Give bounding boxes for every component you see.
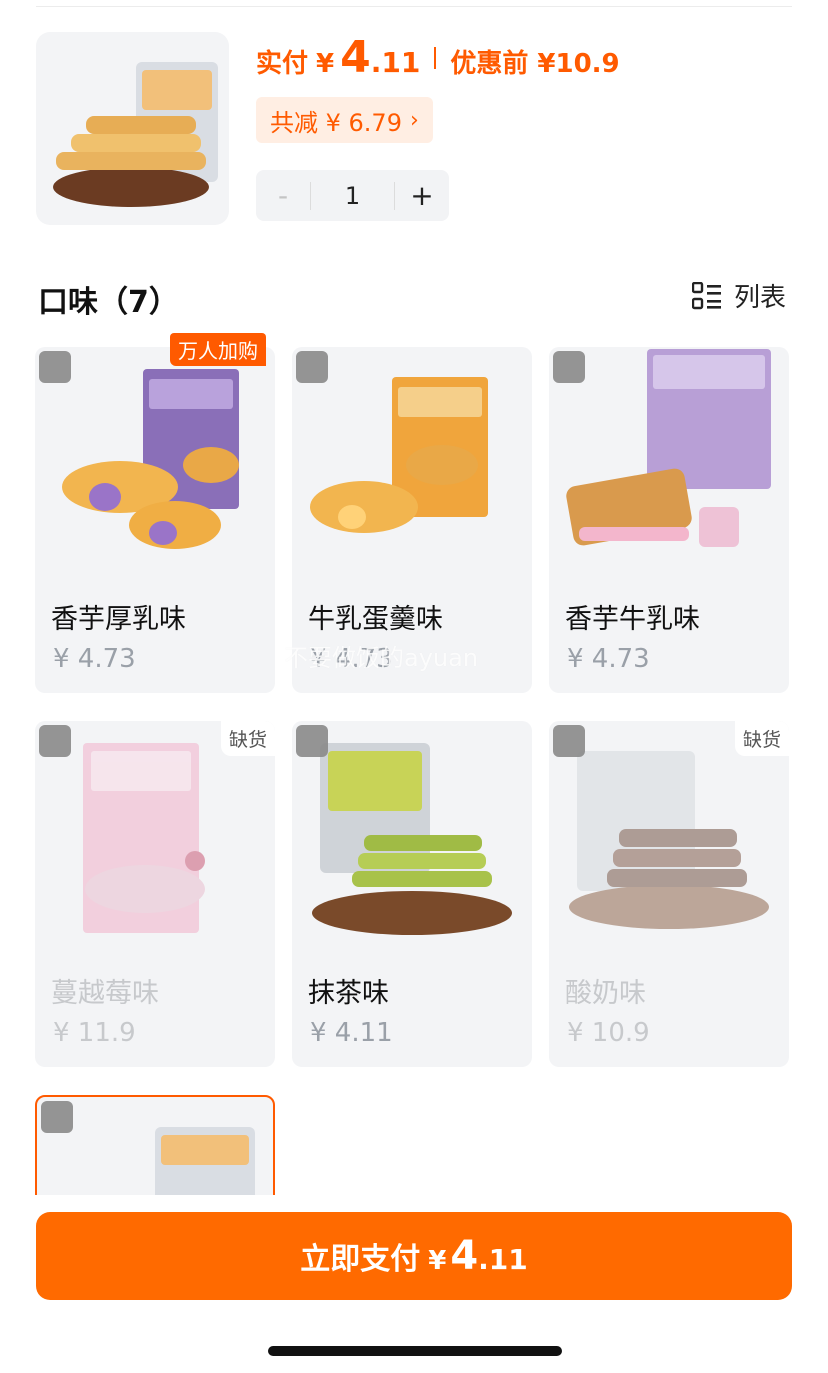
flavor-name: 香芋厚乳味: [51, 604, 186, 635]
increase-button[interactable]: +: [395, 179, 449, 212]
price-summary: 实付 ¥ 4 .11 优惠前 ¥10.9: [256, 36, 620, 80]
expand-icon[interactable]: [553, 725, 585, 757]
flavor-card[interactable]: 抹茶味 ¥ 4.11: [292, 721, 532, 1067]
flavor-name: 牛乳蛋羹味: [308, 604, 443, 635]
out-of-stock-badge: 缺货: [220, 721, 275, 756]
flavor-card[interactable]: 香芋牛乳味 ¥ 4.73: [549, 347, 789, 693]
flavor-price: ¥ 4.73: [567, 644, 650, 674]
expand-icon[interactable]: [553, 351, 585, 383]
chevron-right-icon: ›: [409, 107, 419, 133]
paid-currency: ¥: [316, 49, 335, 79]
paid-amount-int: 4: [340, 32, 371, 83]
expand-icon[interactable]: [296, 725, 328, 757]
paid-amount-dec: .11: [370, 46, 421, 79]
product-image: [312, 743, 512, 935]
original-price: 优惠前 ¥10.9: [450, 49, 620, 79]
price-separator: [434, 47, 437, 69]
pay-label: 立即支付: [300, 1242, 421, 1277]
out-of-stock-badge: 缺货: [734, 721, 789, 756]
flavor-card-selected[interactable]: [35, 1095, 275, 1205]
checkout-bar: 立即支付 ¥ 4 .11: [0, 1195, 828, 1373]
popular-badge: 万人加购: [170, 333, 266, 366]
home-indicator: [268, 1346, 562, 1356]
flavor-name: 抹茶味: [308, 978, 389, 1009]
product-image: [566, 349, 771, 547]
product-image: [62, 369, 239, 549]
pay-now-button[interactable]: 立即支付 ¥ 4 .11: [36, 1212, 792, 1300]
quantity-stepper: - 1 +: [256, 170, 449, 221]
expand-icon[interactable]: [296, 351, 328, 383]
flavor-name: 香芋牛乳味: [565, 604, 700, 635]
list-view-label: 列表: [733, 283, 786, 313]
pay-currency: ¥: [428, 1246, 447, 1276]
flavor-price: ¥ 11.9: [53, 1018, 136, 1048]
flavor-card[interactable]: 缺货 蔓越莓味 ¥ 11.9: [35, 721, 275, 1067]
discount-label: 共减 ¥ 6.79: [270, 108, 402, 137]
flavor-card[interactable]: 香芋厚乳味 ¥ 4.73: [35, 347, 275, 693]
expand-icon[interactable]: [39, 725, 71, 757]
list-view-icon: [691, 281, 721, 309]
paid-label: 实付: [256, 49, 309, 79]
product-image: [310, 377, 488, 533]
quantity-value[interactable]: 1: [310, 181, 395, 210]
discount-detail-button[interactable]: 共减 ¥ 6.79 ›: [256, 97, 433, 143]
pay-amount-int: 4: [450, 1233, 479, 1279]
expand-icon[interactable]: [41, 1101, 73, 1133]
flavor-card[interactable]: 缺货 酸奶味 ¥ 10.9: [549, 721, 789, 1067]
decrease-button[interactable]: -: [256, 179, 310, 212]
flavor-price: ¥ 10.9: [567, 1018, 650, 1048]
product-image: [569, 751, 769, 929]
flavor-name: 酸奶味: [565, 978, 646, 1009]
flavor-price: ¥ 4.73: [53, 644, 136, 674]
list-view-toggle[interactable]: 列表: [691, 277, 786, 314]
watermark: 不要做饭的ayuan: [284, 644, 479, 672]
product-image: [83, 743, 205, 933]
product-thumbnail: [36, 32, 229, 225]
flavor-section-title: 口味（7）: [38, 285, 179, 320]
flavor-name: 蔓越莓味: [51, 978, 159, 1009]
pay-amount-dec: .11: [478, 1243, 528, 1276]
top-divider: [36, 6, 792, 7]
expand-icon[interactable]: [39, 351, 71, 383]
flavor-price: ¥ 4.11: [310, 1018, 393, 1048]
